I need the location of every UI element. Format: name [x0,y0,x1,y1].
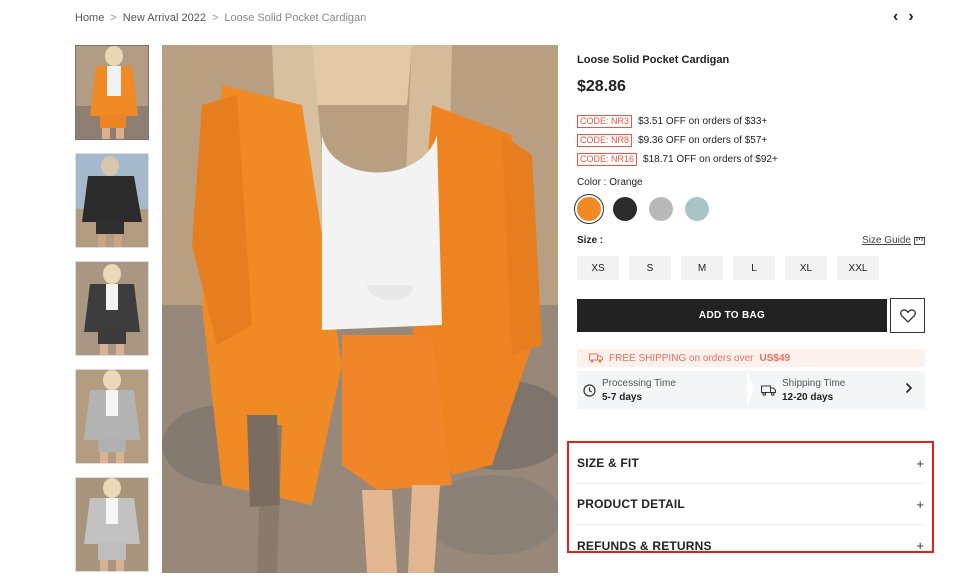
main-product-image [162,45,558,573]
promo-code-badge[interactable]: CODE: NR16 [577,153,638,166]
breadcrumb-separator: > [211,12,219,24]
delivery-times[interactable]: Processing Time 5-7 days Shipping Time 1… [577,371,925,409]
processing-time-label: Processing Time [602,377,676,389]
breadcrumb-separator: > [110,12,117,24]
accordion-product-detail[interactable]: PRODUCT DETAIL + [577,484,924,525]
size-label: Size : [577,235,604,246]
product-info: Loose Solid Pocket Cardigan $28.86 CODE:… [574,45,925,409]
chevron-right-icon[interactable] [905,382,913,397]
shipping-time-value: 12-20 days [782,391,834,403]
size-option-xl[interactable]: XL [785,256,827,280]
product-accordion: SIZE & FIT + PRODUCT DETAIL + REFUNDS & … [567,441,934,553]
color-swatch-grey[interactable] [649,197,673,221]
chevron-left-icon[interactable]: ‹ [893,8,898,26]
color-swatch-orange[interactable] [574,194,604,224]
plus-icon: + [916,538,924,553]
size-option-m[interactable]: M [681,256,723,280]
free-shipping-text: FREE SHIPPING on orders over [609,352,754,364]
wishlist-button[interactable] [890,298,925,333]
promo-code-row: CODE: NR3 $3.51 OFF on orders of $33+ [577,115,925,128]
shipping-time: Shipping Time 12-20 days [747,371,925,409]
color-label: Color : Orange [577,177,643,188]
breadcrumb-current: Loose Solid Pocket Cardigan [224,12,367,24]
thumbnail-list [75,45,149,585]
accordion-title: REFUNDS & RETURNS [577,538,712,553]
thumbnail-orange[interactable] [75,45,149,140]
breadcrumb-home[interactable]: Home [75,12,104,24]
plus-icon: + [916,496,924,512]
plus-icon: + [916,455,924,471]
purchase-actions: ADD TO BAG [577,298,925,333]
accordion-title: SIZE & FIT [577,456,639,470]
promo-code-text: $18.71 OFF on orders of $92+ [643,154,778,165]
accordion-refunds-returns[interactable]: REFUNDS & RETURNS + [577,525,924,566]
processing-time: Processing Time 5-7 days [577,371,753,409]
free-shipping-amount: US$49 [759,352,791,364]
product-price: $28.86 [577,78,626,95]
truck-icon [761,385,776,396]
promo-code-text: $9.36 OFF on orders of $57+ [638,135,768,146]
processing-time-value: 5-7 days [602,391,643,403]
size-header: Size : Size Guide [577,235,925,246]
accordion-title: PRODUCT DETAIL [577,497,685,511]
product-title: Loose Solid Pocket Cardigan [577,54,730,66]
color-swatches [574,194,925,224]
promo-codes: CODE: NR3 $3.51 OFF on orders of $33+ CO… [577,115,925,166]
chevron-right-icon[interactable]: › [908,8,913,26]
breadcrumb: Home > New Arrival 2022 > Loose Solid Po… [75,12,366,24]
size-options: XS S M L XL XXL [577,256,925,280]
breadcrumb-category[interactable]: New Arrival 2022 [123,12,206,24]
accordion-size-fit[interactable]: SIZE & FIT + [577,443,924,484]
size-guide-label: Size Guide [862,235,911,246]
heart-icon [899,308,916,323]
add-to-bag-button[interactable]: ADD TO BAG [577,299,887,332]
thumbnail-black[interactable] [75,153,149,248]
thumbnail-light-grey[interactable] [75,369,149,464]
thumbnail-light-grey-alt[interactable] [75,477,149,572]
size-option-xs[interactable]: XS [577,256,619,280]
product-nav: ‹ › [893,8,914,26]
color-swatch-light-blue[interactable] [685,197,709,221]
size-option-s[interactable]: S [629,256,671,280]
promo-code-row: CODE: NR16 $18.71 OFF on orders of $92+ [577,153,925,166]
promo-code-badge[interactable]: CODE: NR3 [577,115,633,128]
thumbnail-dark-grey[interactable] [75,261,149,356]
ruler-icon [914,236,925,245]
truck-icon [589,353,603,363]
size-guide-link[interactable]: Size Guide [862,235,925,246]
color-swatch-black[interactable] [613,197,637,221]
promo-code-badge[interactable]: CODE: NR8 [577,134,633,147]
promo-code-text: $3.51 OFF on orders of $33+ [638,116,768,127]
shipping-time-label: Shipping Time [782,377,846,389]
clock-icon [583,383,596,397]
size-option-l[interactable]: L [733,256,775,280]
free-shipping-banner: FREE SHIPPING on orders over US$49 [577,349,925,367]
size-option-xxl[interactable]: XXL [837,256,879,280]
promo-code-row: CODE: NR8 $9.36 OFF on orders of $57+ [577,134,925,147]
